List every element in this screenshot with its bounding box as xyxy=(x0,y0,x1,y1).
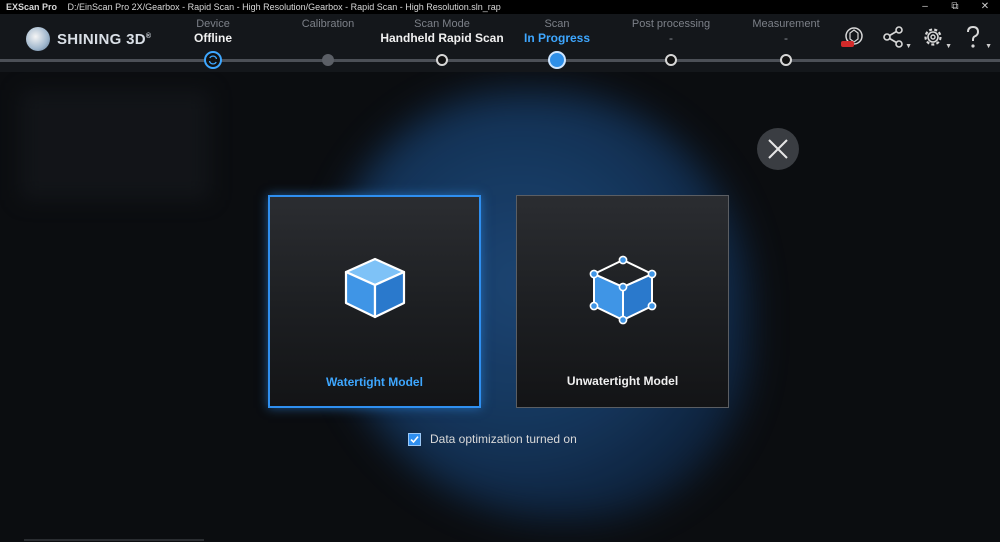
step-scan-mode[interactable]: Scan Mode Handheld Rapid Scan xyxy=(380,18,503,45)
settings-icon[interactable]: ▼ xyxy=(920,24,952,50)
step-post-processing[interactable]: Post processing - xyxy=(632,18,710,45)
app-name: EXScan Pro xyxy=(6,2,58,12)
step-scan-value: In Progress xyxy=(523,31,591,45)
scan-mode-node[interactable] xyxy=(436,54,448,66)
project-path: D:/EinScan Pro 2X/Gearbox - Rapid Scan -… xyxy=(67,2,501,12)
unwatertight-model-label: Unwatertight Model xyxy=(566,374,679,388)
title-bar: EXScan Pro D:/EinScan Pro 2X/Gearbox - R… xyxy=(0,0,1000,14)
logo-globe-icon xyxy=(26,27,50,51)
workflow-header: SHINING 3D® Device Offline Calibration S… xyxy=(0,14,1000,72)
background-panel xyxy=(20,90,210,200)
step-scan-mode-label: Scan Mode xyxy=(414,18,470,30)
step-device-value: Offline xyxy=(194,31,232,45)
bottom-divider xyxy=(24,539,204,541)
data-optimization-option[interactable]: Data optimization turned on xyxy=(408,432,577,446)
data-optimization-checkbox[interactable] xyxy=(408,432,421,446)
share-icon[interactable]: ▼ xyxy=(880,24,912,50)
unwatertight-model-option[interactable]: Unwatertight Model xyxy=(516,195,729,408)
step-measurement-value: - xyxy=(783,31,788,45)
header-tools: ▼ ▼ ▼ xyxy=(840,24,992,50)
new-badge-icon[interactable] xyxy=(840,24,866,50)
data-optimization-label: Data optimization turned on xyxy=(430,432,577,446)
step-scan-mode-value: Handheld Rapid Scan xyxy=(380,31,504,45)
watertight-model-label: Watertight Model xyxy=(326,375,423,389)
window-controls: – ⧉ ✕ xyxy=(910,0,1000,14)
device-refresh-icon[interactable] xyxy=(204,51,222,69)
step-calibration[interactable]: Calibration xyxy=(302,18,355,31)
workflow-progress-track xyxy=(0,59,1000,62)
settings-caret-icon: ▼ xyxy=(945,43,952,50)
minimize-button[interactable]: – xyxy=(910,0,940,14)
registered-mark: ® xyxy=(145,32,152,40)
help-caret-icon: ▼ xyxy=(985,43,992,50)
checkmark-icon xyxy=(410,435,419,443)
close-dialog-button[interactable] xyxy=(757,128,799,170)
close-icon xyxy=(768,139,788,159)
step-post-processing-label: Post processing xyxy=(631,18,711,30)
open-cube-icon xyxy=(588,254,658,333)
step-post-processing-value: - xyxy=(668,31,673,45)
step-scan-label: Scan xyxy=(544,18,570,30)
brand-logo: SHINING 3D® xyxy=(26,27,151,51)
window-close-button[interactable]: ✕ xyxy=(970,0,1000,14)
solid-cube-icon xyxy=(342,255,408,326)
step-device-label: Device xyxy=(196,18,230,30)
help-icon[interactable]: ▼ xyxy=(960,24,992,50)
step-calibration-label: Calibration xyxy=(301,18,355,30)
restore-button[interactable]: ⧉ xyxy=(940,0,970,14)
brand-name: SHINING 3D xyxy=(57,30,146,48)
watertight-model-option[interactable]: Watertight Model xyxy=(268,195,481,408)
calibration-node[interactable] xyxy=(322,54,334,66)
scan-node[interactable] xyxy=(548,51,566,69)
step-measurement-label: Measurement xyxy=(752,18,820,30)
step-scan[interactable]: Scan In Progress xyxy=(524,18,590,45)
step-measurement[interactable]: Measurement - xyxy=(752,18,819,45)
post-processing-node[interactable] xyxy=(665,54,677,66)
share-caret-icon: ▼ xyxy=(905,43,912,50)
measurement-node[interactable] xyxy=(780,54,792,66)
step-device[interactable]: Device Offline xyxy=(194,18,232,45)
